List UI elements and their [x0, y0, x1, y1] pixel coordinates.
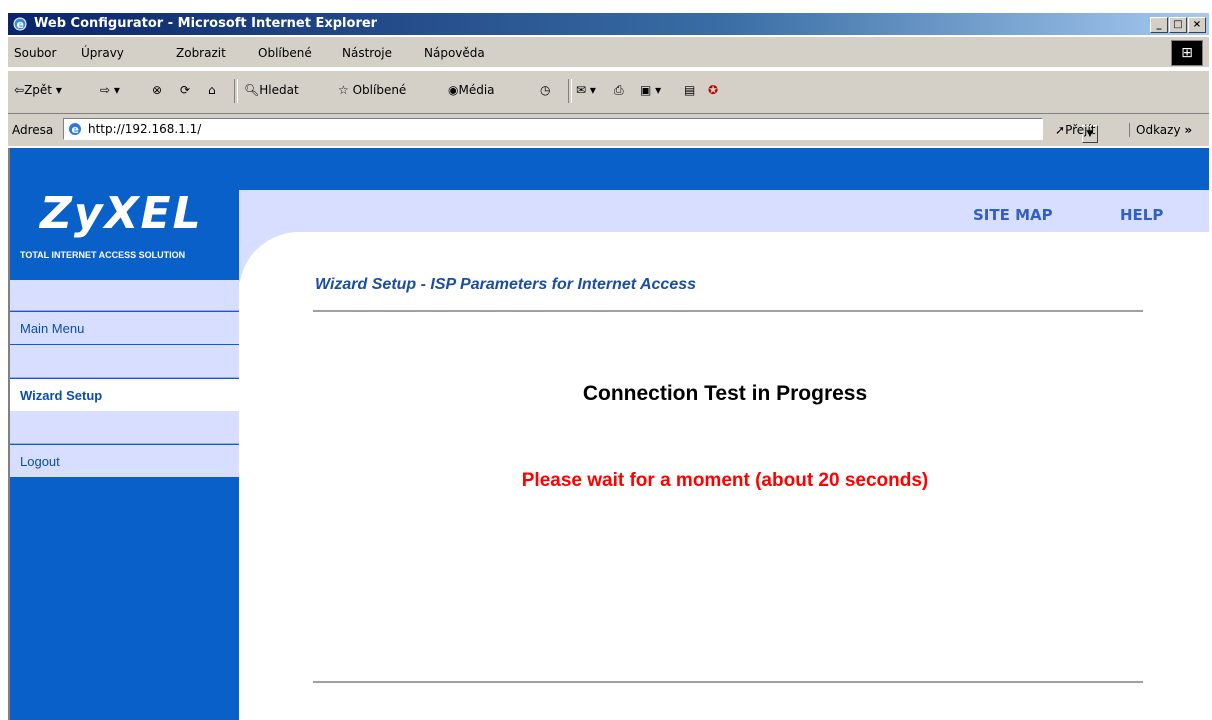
messenger-button[interactable]: ✪ — [708, 83, 718, 97]
edit-button[interactable]: ▣ ▾ — [640, 83, 661, 97]
menu-view[interactable]: Zobrazit — [176, 46, 226, 60]
print-button[interactable]: ⎙ — [614, 83, 624, 98]
sidebar-item-label: Main Menu — [20, 321, 85, 336]
status-title: Connection Test in Progress — [582, 382, 868, 405]
site-map-link[interactable]: SITE MAP — [973, 206, 1053, 224]
edit-icon: ▣ — [640, 83, 652, 97]
mail-button[interactable]: ✉ ▾ — [576, 83, 596, 97]
sidebar-item-main-menu[interactable]: Main Menu — [10, 312, 239, 344]
go-button[interactable]: ➚Přejít — [1055, 123, 1096, 137]
header-band — [239, 190, 1209, 232]
close-button[interactable]: × — [1188, 17, 1206, 33]
search-button[interactable]: 🔍︎Hledat — [244, 83, 299, 97]
zyxel-logo: ZyXEL — [40, 188, 203, 239]
discuss-button[interactable]: ▤ — [684, 83, 695, 97]
top-band — [10, 148, 1209, 190]
history-icon: ◷ — [540, 83, 551, 97]
refresh-icon: ⟳ — [180, 83, 191, 97]
maximize-button[interactable]: □ — [1169, 17, 1187, 33]
favorites-icon: ☆ — [338, 83, 349, 97]
print-icon: ⎙ — [614, 83, 624, 97]
sidebar-item-wizard-setup[interactable]: Wizard Setup — [10, 379, 239, 411]
messenger-icon: ✪ — [708, 83, 719, 97]
sidebar-item-label: Wizard Setup — [20, 388, 103, 403]
menu-favorites[interactable]: Oblíbené — [258, 46, 312, 60]
forward-arrow-icon: ⇨ — [100, 83, 111, 97]
windows-logo-icon: ⊞ — [1171, 40, 1203, 66]
stop-button[interactable]: ⊗ — [152, 83, 162, 97]
window-title-bar: e Web Configurator - Microsoft Internet … — [8, 13, 1209, 35]
home-button[interactable]: ⌂ — [208, 83, 216, 97]
sidebar-item-label: Logout — [20, 454, 60, 469]
forward-button[interactable]: ⇨ ▾ — [100, 83, 120, 97]
media-button[interactable]: ◉Média — [448, 83, 495, 97]
top-divider — [313, 310, 1143, 312]
address-bar: Adresa e http://192.168.1.1/ ▼ ➚Přejít O… — [8, 114, 1209, 146]
sidebar-item-logout[interactable]: Logout — [10, 445, 239, 477]
go-arrow-icon: ➚ — [1055, 123, 1066, 137]
search-icon: 🔍︎ — [244, 83, 260, 97]
links-button[interactable]: Odkazy » — [1129, 123, 1192, 137]
address-label: Adresa — [12, 123, 54, 137]
home-icon: ⌂ — [208, 83, 216, 97]
page-viewport: ZyXEL TOTAL INTERNET ACCESS SOLUTION SIT… — [8, 148, 1209, 720]
menu-edit[interactable]: Úpravy — [81, 46, 124, 60]
favorites-button[interactable]: ☆ Oblíbené — [338, 83, 406, 97]
back-button[interactable]: ⇦Zpět ▾ — [14, 83, 62, 97]
discuss-icon: ▤ — [684, 83, 696, 97]
ie-icon: e — [13, 17, 27, 31]
page-title: Wizard Setup - ISP Parameters for Intern… — [315, 276, 697, 293]
svg-text:e: e — [72, 123, 79, 136]
address-input[interactable]: e http://192.168.1.1/ ▼ — [63, 118, 1098, 143]
mail-icon: ✉ — [576, 83, 587, 97]
minimize-button[interactable]: _ — [1150, 17, 1168, 33]
svg-text:e: e — [17, 18, 24, 31]
menu-file[interactable]: Soubor — [14, 46, 56, 60]
browser-toolbar: ⇦Zpět ▾ ⇨ ▾ ⊗ ⟳ ⌂ 🔍︎Hledat ☆ Oblíbené ◉M… — [8, 70, 1209, 114]
media-icon: ◉ — [448, 83, 459, 97]
help-link[interactable]: HELP — [1120, 206, 1163, 224]
page-icon: e — [69, 123, 81, 136]
history-button[interactable]: ◷ — [540, 83, 550, 97]
logo-tagline: TOTAL INTERNET ACCESS SOLUTION — [20, 250, 186, 260]
stop-icon: ⊗ — [152, 83, 163, 97]
refresh-button[interactable]: ⟳ — [180, 83, 190, 97]
menu-bar: Soubor Úpravy Zobrazit Oblíbené Nástroje… — [8, 37, 1209, 67]
window-title: Web Configurator - Microsoft Internet Ex… — [34, 16, 378, 31]
address-url: http://192.168.1.1/ — [88, 122, 202, 136]
status-message: Please wait for a moment (about 20 secon… — [521, 470, 929, 491]
menu-help[interactable]: Nápověda — [424, 46, 485, 60]
menu-tools[interactable]: Nástroje — [342, 46, 392, 60]
bottom-divider — [313, 681, 1143, 683]
back-arrow-icon: ⇦ — [14, 83, 25, 97]
